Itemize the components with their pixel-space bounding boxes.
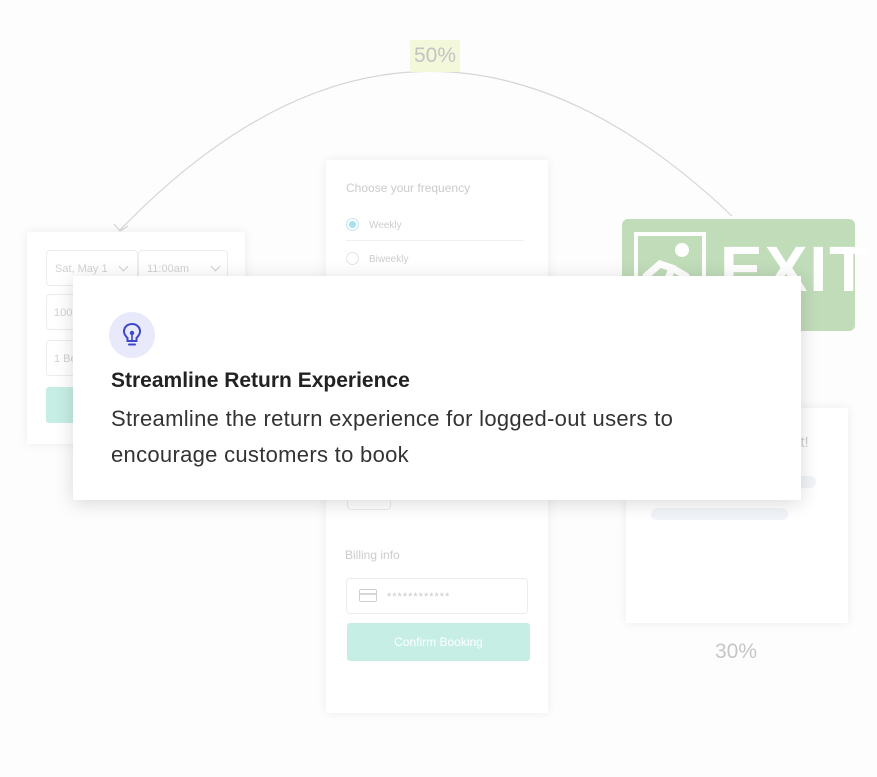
confirm-booking-button[interactable]: Confirm Booking xyxy=(347,623,530,661)
bottom-percent-label: 30% xyxy=(714,640,758,663)
tooltip-body: Streamline the return experience for log… xyxy=(111,406,674,467)
address-field-text: 100 xyxy=(54,307,73,319)
insight-tooltip: Streamline Return Experience Streamline … xyxy=(73,276,801,500)
frequency-title: Choose your frequency xyxy=(346,181,471,195)
top-percent-label: 50% xyxy=(410,40,460,72)
option-weekly-label: Weekly xyxy=(369,220,402,231)
tooltip-title: Streamline Return Experience xyxy=(111,369,410,392)
chevron-down-icon xyxy=(210,261,221,272)
radio-biweekly[interactable] xyxy=(346,252,359,265)
credit-card-icon xyxy=(359,589,377,602)
card-number-text: ************ xyxy=(387,591,451,603)
divider xyxy=(346,240,524,241)
card-number-field[interactable]: ************ xyxy=(346,578,528,614)
radio-weekly[interactable] xyxy=(346,218,359,231)
placeholder-bar xyxy=(651,508,788,520)
time-value: 11:00am xyxy=(147,263,189,275)
option-biweekly-label: Biweekly xyxy=(369,254,409,265)
chevron-down-icon xyxy=(118,261,129,272)
billing-info-label: Billing info xyxy=(345,548,400,562)
lightbulb-icon xyxy=(109,312,155,358)
date-value: Sat, May 1 xyxy=(55,263,108,275)
arrow-head-icon xyxy=(113,223,129,232)
